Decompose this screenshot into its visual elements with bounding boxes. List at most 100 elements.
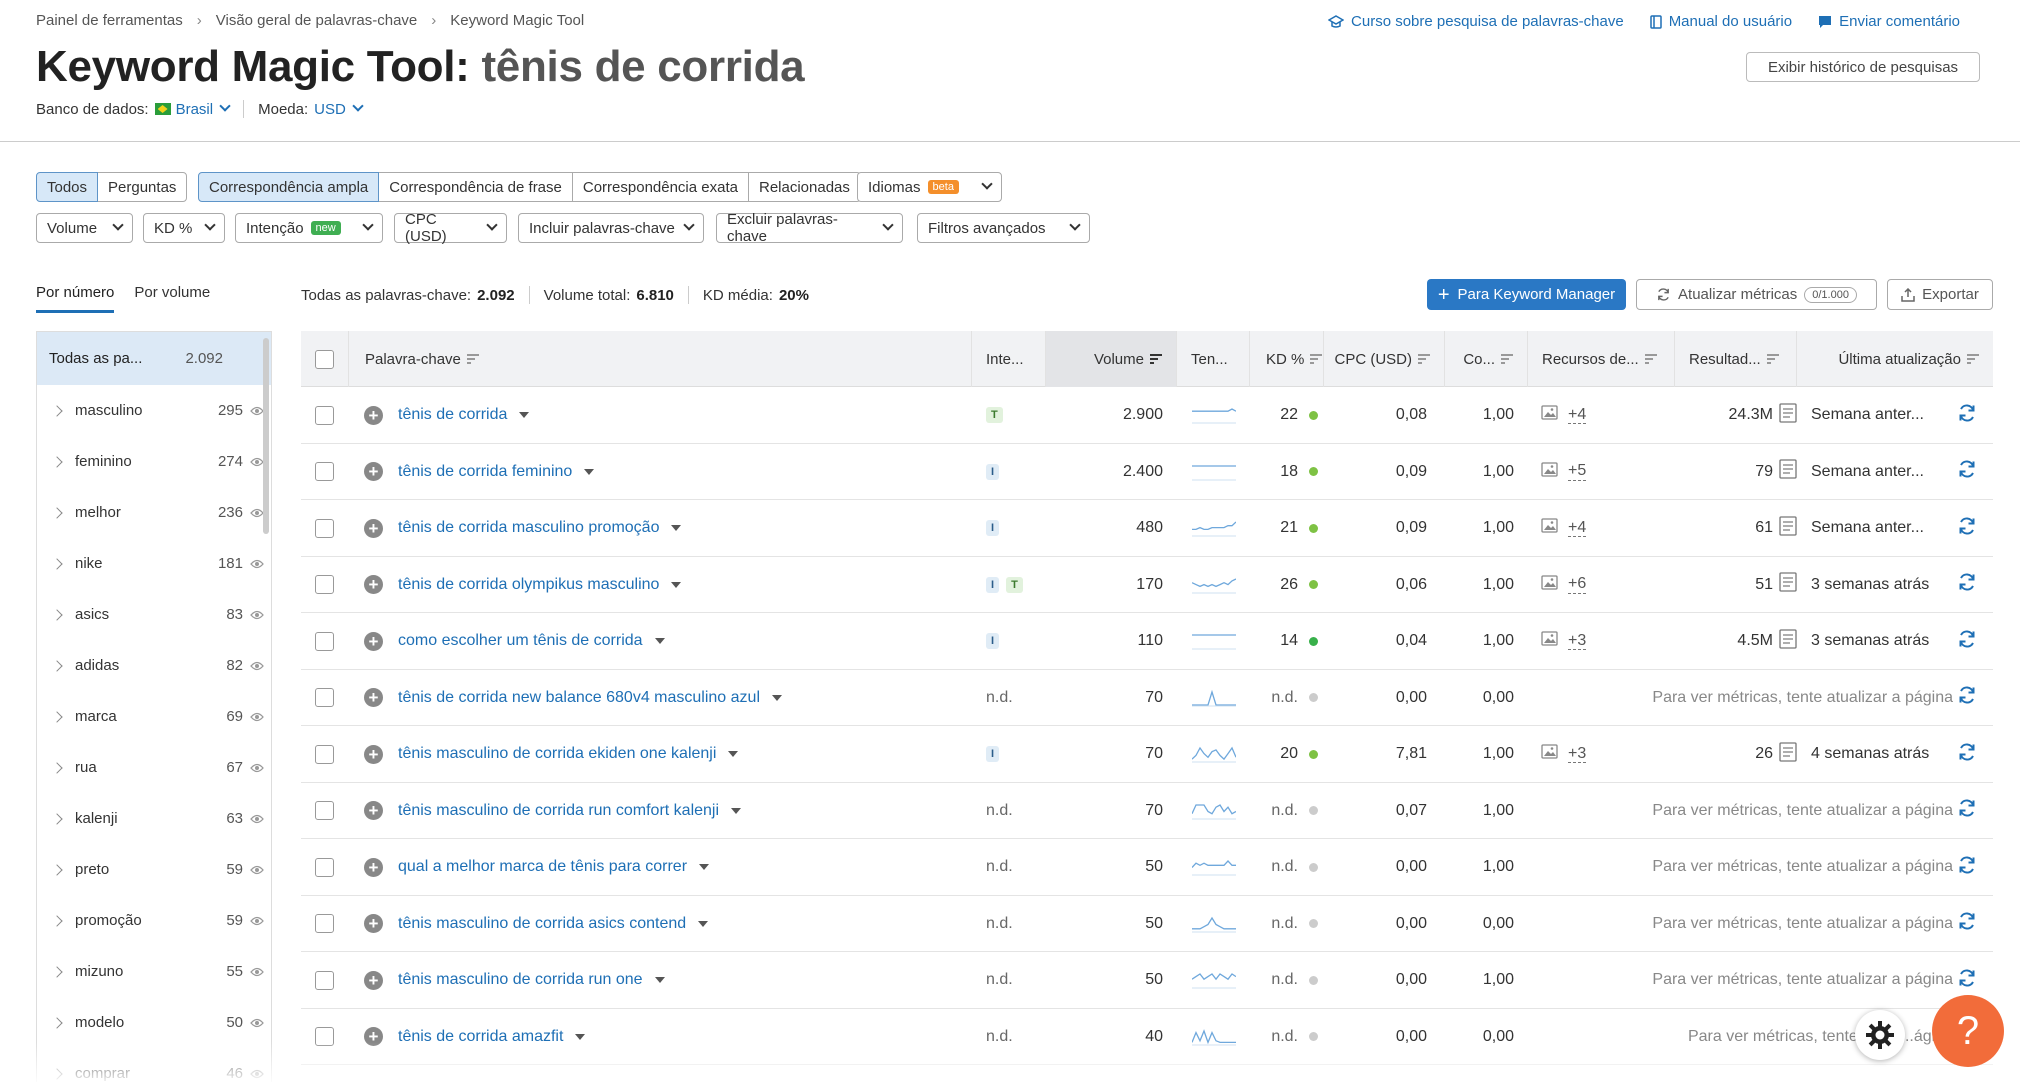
group-item-modelo[interactable]: modelo 50 (37, 997, 271, 1048)
chevron-right-icon[interactable] (51, 659, 63, 672)
group-item-marca[interactable]: marca 69 (37, 691, 271, 742)
refresh-icon[interactable] (1957, 629, 1977, 654)
col-intent[interactable]: Inte... (972, 331, 1046, 387)
help-button[interactable]: ? (1932, 995, 2004, 1067)
eye-icon[interactable] (243, 712, 271, 722)
course-link[interactable]: Curso sobre pesquisa de palavras-chave (1328, 13, 1624, 30)
keyword-link[interactable]: tênis de corrida (398, 406, 507, 424)
refresh-icon[interactable] (1957, 798, 1977, 823)
caret-down-icon[interactable] (654, 638, 665, 644)
group-item-preto[interactable]: preto 59 (37, 844, 271, 895)
image-icon[interactable] (1541, 744, 1558, 764)
row-checkbox[interactable] (315, 518, 334, 538)
row-checkbox[interactable] (315, 970, 334, 990)
serp-features-more[interactable]: +6 (1568, 575, 1587, 594)
col-cpc[interactable]: CPC (USD) (1324, 331, 1445, 387)
row-checkbox[interactable] (315, 914, 334, 933)
eye-icon[interactable] (243, 559, 271, 569)
serp-features-more[interactable]: +4 (1568, 519, 1587, 538)
tab-phrase-match[interactable]: Correspondência de frase (378, 172, 573, 202)
breadcrumb-item[interactable]: Visão geral de palavras-chave (216, 12, 418, 29)
add-circle-icon[interactable]: + (364, 914, 383, 933)
refresh-icon[interactable] (1957, 459, 1977, 484)
caret-down-icon[interactable] (772, 694, 782, 701)
add-circle-icon[interactable]: + (364, 631, 383, 651)
eye-icon[interactable] (243, 1018, 271, 1028)
tab-all[interactable]: Todos (36, 172, 99, 202)
chevron-right-icon[interactable] (51, 1067, 63, 1080)
refresh-icon[interactable] (1957, 742, 1977, 767)
manual-link[interactable]: Manual do usuário (1649, 13, 1792, 30)
keyword-link[interactable]: tênis de corrida new balance 680v4 mascu… (398, 689, 760, 707)
keyword-link[interactable]: como escolher um tênis de corrida (398, 632, 643, 650)
kd-filter[interactable]: KD % (143, 213, 225, 243)
include-keywords-filter[interactable]: Incluir palavras-chave (518, 213, 704, 243)
caret-down-icon[interactable] (698, 920, 709, 927)
currency-selector[interactable]: USD (314, 100, 364, 118)
row-checkbox[interactable] (315, 631, 334, 651)
chevron-right-icon[interactable] (51, 506, 63, 519)
serp-features-more[interactable]: +5 (1568, 462, 1587, 481)
eye-icon[interactable] (243, 916, 271, 926)
group-item-nike[interactable]: nike 181 (37, 538, 271, 589)
eye-icon[interactable] (243, 610, 271, 620)
sidebar-scrollbar[interactable] (263, 338, 269, 534)
search-history-button[interactable]: Exibir histórico de pesquisas (1746, 52, 1980, 82)
serp-features-more[interactable]: +4 (1568, 406, 1587, 425)
row-checkbox[interactable] (315, 801, 334, 820)
chevron-right-icon[interactable] (51, 761, 63, 774)
group-all-keywords[interactable]: Todas as pa... 2.092 (37, 332, 271, 385)
serp-document-icon[interactable] (1779, 628, 1797, 654)
col-volume[interactable]: Volume (1046, 331, 1177, 387)
serp-document-icon[interactable] (1779, 515, 1797, 541)
row-checkbox[interactable] (315, 688, 334, 707)
export-button[interactable]: Exportar (1887, 279, 1993, 310)
group-item-adidas[interactable]: adidas 82 (37, 640, 271, 691)
refresh-icon[interactable] (1957, 685, 1977, 710)
keyword-link[interactable]: tênis de corrida masculino promoção (398, 519, 659, 537)
serp-features-more[interactable]: +3 (1568, 745, 1587, 764)
add-circle-icon[interactable]: + (364, 575, 383, 594)
row-checkbox[interactable] (315, 744, 334, 764)
intent-filter[interactable]: Intenção new (235, 213, 383, 243)
row-checkbox[interactable] (315, 1027, 334, 1046)
group-item-melhor[interactable]: melhor 236 (37, 487, 271, 538)
eye-icon[interactable] (243, 967, 271, 977)
add-circle-icon[interactable]: + (364, 518, 383, 538)
tab-by-number[interactable]: Por número (36, 284, 115, 313)
eye-icon[interactable] (243, 661, 271, 671)
keyword-link[interactable]: tênis masculino de corrida run one (398, 971, 643, 989)
eye-icon[interactable] (243, 865, 271, 875)
add-circle-icon[interactable]: + (364, 744, 383, 764)
image-icon[interactable] (1541, 574, 1558, 595)
refresh-icon[interactable] (1957, 911, 1977, 936)
chevron-right-icon[interactable] (51, 965, 63, 978)
caret-down-icon[interactable] (699, 864, 710, 870)
keyword-link[interactable]: tênis de corrida amazfit (398, 1028, 563, 1046)
keyword-link[interactable]: tênis masculino de corrida ekiden one ka… (398, 745, 716, 763)
caret-down-icon[interactable] (731, 807, 742, 814)
group-item-feminino[interactable]: feminino 274 (37, 436, 271, 487)
chevron-right-icon[interactable] (51, 710, 63, 723)
image-icon[interactable] (1541, 461, 1558, 482)
image-icon[interactable] (1541, 405, 1558, 425)
chevron-right-icon[interactable] (51, 557, 63, 570)
keyword-link[interactable]: tênis de corrida feminino (398, 463, 572, 481)
eye-icon[interactable] (243, 1069, 271, 1079)
keyword-manager-button[interactable]: + Para Keyword Manager (1427, 279, 1626, 310)
serp-document-icon[interactable] (1779, 741, 1797, 767)
keyword-link[interactable]: tênis de corrida olympikus masculino (398, 576, 659, 594)
add-circle-icon[interactable]: + (364, 405, 383, 425)
tab-questions[interactable]: Perguntas (97, 172, 188, 202)
eye-icon[interactable] (243, 763, 271, 773)
serp-document-icon[interactable] (1779, 459, 1797, 484)
chevron-right-icon[interactable] (51, 608, 63, 621)
add-circle-icon[interactable]: + (364, 857, 383, 877)
caret-down-icon[interactable] (584, 468, 595, 475)
refresh-icon[interactable] (1957, 516, 1977, 541)
caret-down-icon[interactable] (671, 581, 682, 588)
keyword-link[interactable]: tênis masculino de corrida run comfort k… (398, 802, 719, 820)
serp-features-more[interactable]: +3 (1568, 632, 1587, 651)
group-item-mizuno[interactable]: mizuno 55 (37, 946, 271, 997)
row-checkbox[interactable] (315, 575, 334, 594)
